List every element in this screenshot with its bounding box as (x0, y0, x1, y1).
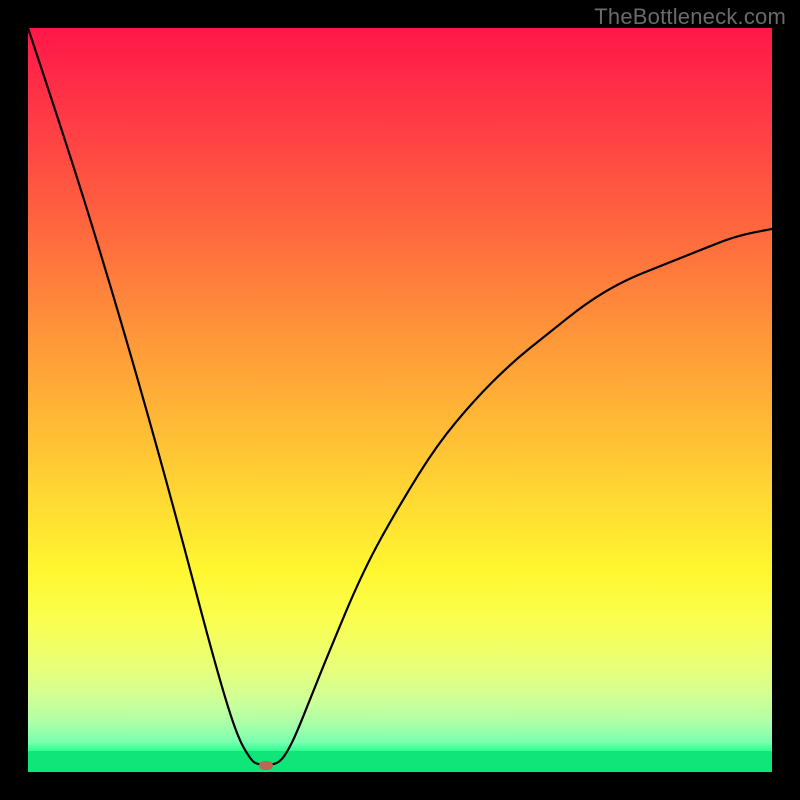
curve-svg (28, 28, 772, 772)
credit-text: TheBottleneck.com (594, 4, 786, 30)
chart-frame: TheBottleneck.com (0, 0, 800, 800)
bottleneck-curve-path (28, 28, 772, 765)
plot-area (28, 28, 772, 772)
optimum-marker (259, 761, 273, 770)
